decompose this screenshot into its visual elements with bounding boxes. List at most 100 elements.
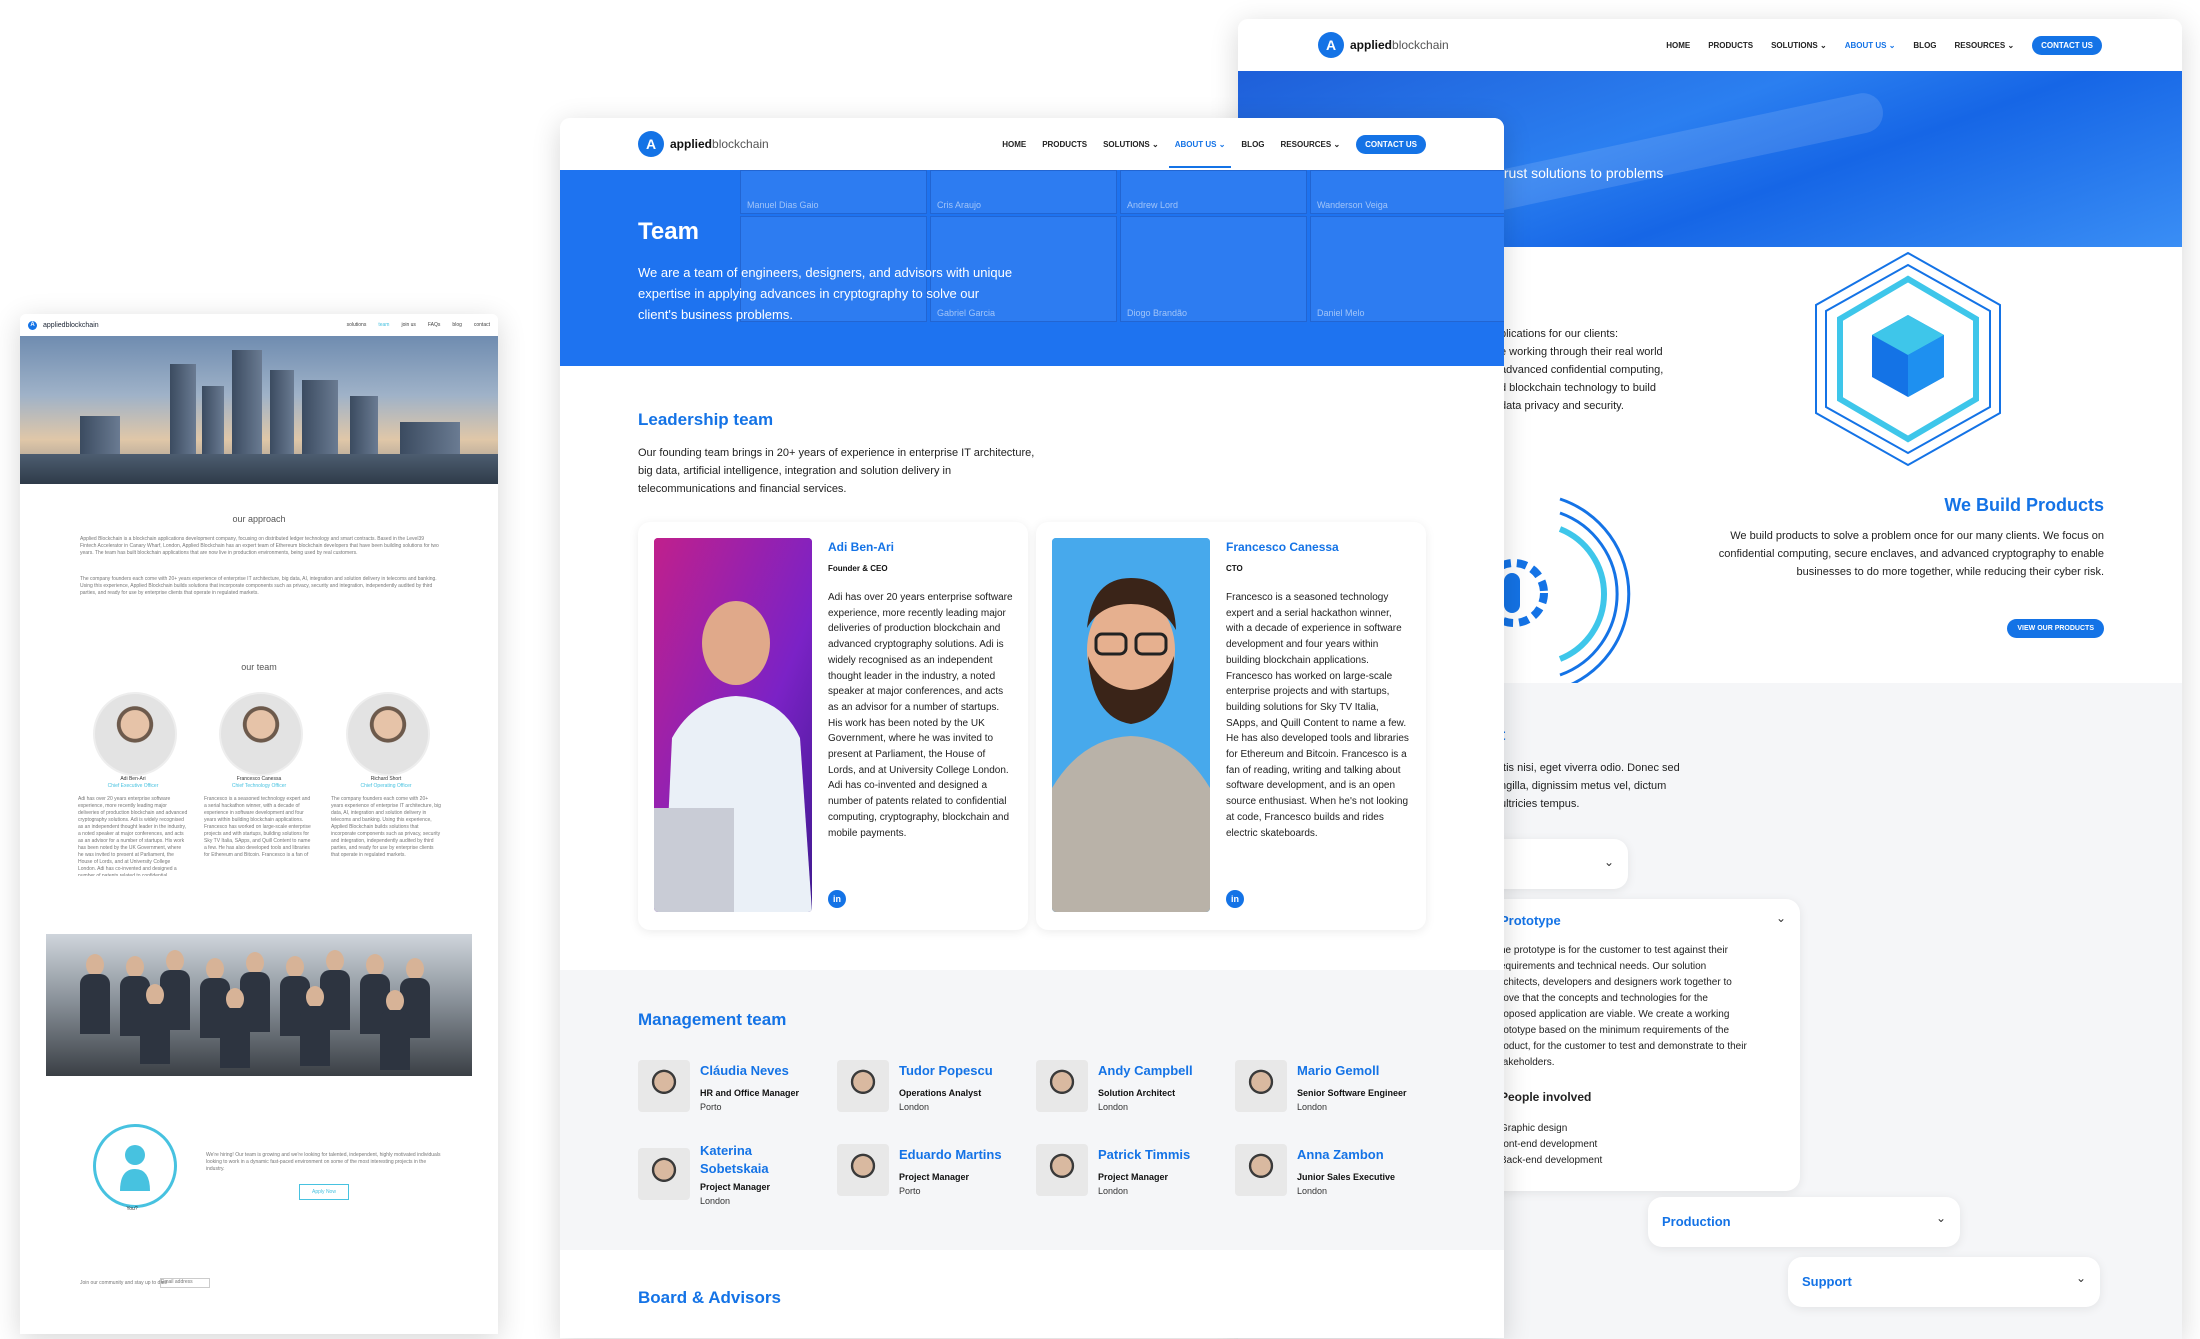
member-role: HR and Office Manager [700,1088,800,1098]
nav-blog[interactable]: BLOG [1241,140,1264,149]
approach-para-2: The company founders each come with 20+ … [80,576,437,596]
left-logo-text: appliedblockchain [43,321,99,329]
member-role: Project Manager [899,1172,970,1182]
leader-card: Adi Ben-Ari Founder & CEO Adi has over 2… [638,522,1028,930]
team-member: Tudor Popescu Operations Analyst London [837,1060,1037,1130]
team-member: Mario Gemoll Senior Software Engineer Lo… [1235,1060,1435,1130]
left-page-window: A appliedblockchain solutions team join … [20,314,498,1334]
left-nav-contact[interactable]: contact [474,322,490,328]
people-item: Back-end development [1500,1155,1603,1166]
video-tile: Cris Araujo [930,170,1117,214]
left-logo[interactable]: A appliedblockchain [28,320,99,330]
team-group-photo [46,934,472,1076]
right-logo[interactable]: A appliedblockchain [1318,32,1449,58]
chevron-down-icon: ⌄ [1151,139,1159,149]
left-nav-team[interactable]: team [378,322,389,328]
leadership-title: Leadership team [638,410,774,429]
nav-solutions-label: SOLUTIONS [1771,40,1818,50]
logo-icon: A [638,131,664,157]
nav-about[interactable]: ABOUT US ⌄ [1168,139,1232,168]
member-location: London [1098,1186,1129,1196]
nav-resources[interactable]: RESOURCES ⌄ [1281,140,1341,149]
contact-us-button[interactable]: CONTACT US [1356,134,1426,154]
team-member: Patrick Timmis Project Manager London [1036,1144,1236,1214]
left-nav-join[interactable]: join us [401,322,415,328]
nav-home[interactable]: HOME [1002,140,1026,149]
right-menu: HOME PRODUCTS SOLUTIONS ⌄ ABOUT US ⌄ BLO… [1666,35,2102,55]
nav-resources-label: RESOURCES [1280,139,1332,149]
member-bio: Francesco is a seasoned technology exper… [204,796,311,856]
member-location: London [700,1196,731,1206]
we-build-products-title: We Build Products [1944,495,2104,515]
nav-about[interactable]: ABOUT US ⌄ [1845,41,1896,50]
logo-icon: A [1318,32,1344,58]
people-item: ront-end development [1500,1139,1598,1150]
apply-now-button[interactable]: Apply Now [299,1184,349,1200]
you-avatar-icon [93,1124,177,1208]
linkedin-icon[interactable]: in [1226,890,1244,908]
video-tile: Andrew Lord [1120,170,1307,214]
logo-bold: applied [1350,38,1393,52]
front-logo[interactable]: A appliedblockchain [638,131,769,157]
avatar [837,1144,889,1196]
nav-resources[interactable]: RESOURCES ⌄ [1955,41,2015,50]
nav-products[interactable]: PRODUCTS [1042,140,1087,149]
avatar [638,1148,690,1200]
bullet-line: d blockchain technology to build [1500,382,1656,394]
city-skyline-image [20,336,498,484]
leader-bio: Francesco is a seasoned technology exper… [1226,592,1409,839]
prototype-line: rove that the concepts and technologies … [1500,993,1708,1004]
team-member: Katerina Sobetskaia Project Manager Lond… [638,1140,838,1220]
avatar [837,1060,889,1112]
left-nav-solutions[interactable]: solutions [347,322,367,328]
nav-solutions[interactable]: SOLUTIONS ⌄ [1103,140,1159,149]
people-involved-title: People involved [1500,1090,1592,1104]
accordion-support[interactable]: Support ⌄ [1788,1257,2100,1307]
nav-home[interactable]: HOME [1666,41,1690,50]
cube-hexagon-icon [1815,251,2001,467]
member-location: London [1098,1102,1129,1112]
nav-solutions[interactable]: SOLUTIONS ⌄ [1771,41,1827,50]
logo-bold: applied [670,137,713,151]
video-tile: Wanderson Veiga [1310,170,1504,214]
production-title: Production [1662,1214,1731,1229]
member-name: Francesco Canessa [236,776,282,782]
accordion-production[interactable]: Production ⌄ [1648,1197,1960,1247]
nav-about-label: ABOUT US [1174,139,1217,149]
member-name: Andy Campbell [1098,1063,1193,1078]
avatar [346,692,430,776]
member-bio: Adi has over 20 years enterprise softwar… [78,796,188,876]
logo-light: blockchain [1392,38,1449,52]
lorem-line: ttis nisi, eget viverra odio. Donec sed [1500,762,1680,774]
member-name: Cláudia Neves [700,1063,789,1078]
bullet-line: e working through their real world [1500,346,1663,358]
left-nav-faqs[interactable]: FAQs [428,322,441,328]
member-role: Project Manager [1098,1172,1169,1182]
we-build-products-text: We build products to solve a problem onc… [1718,530,2104,578]
member-role: Operations Analyst [899,1088,982,1098]
avatar [93,692,177,776]
tile-name: Manuel Dias Gaio [747,200,819,210]
member-name: Anna Zambon [1297,1147,1384,1162]
member-name: Richard Short [370,776,402,782]
contact-us-button[interactable]: CONTACT US [2032,35,2102,55]
member-name: Adi Ben-Ari [120,776,146,782]
member-name: Katerina Sobetskaia [700,1143,769,1176]
nav-products[interactable]: PRODUCTS [1708,41,1753,50]
view-our-products-button[interactable]: VIEW OUR PRODUCTS [2007,619,2104,638]
prototype-line: roduct, for the customer to test and dem… [1500,1041,1747,1052]
leader-role: Founder & CEO [828,564,888,573]
member-location: London [899,1102,930,1112]
linkedin-icon[interactable]: in [828,890,846,908]
tile-name: Diogo Brandão [1127,308,1188,318]
member-role: Chief Executive Officer [107,783,159,789]
footer-email-input[interactable]: Email address [160,1278,210,1288]
member-name: Mario Gemoll [1297,1063,1380,1078]
prototype-line: roposed application are viable. We creat… [1500,1009,1730,1020]
chevron-down-icon: ⌄ [1888,40,1896,50]
accordion-collapsed[interactable]: ⌄ [1488,839,1628,889]
left-nav-blog[interactable]: blog [452,322,461,328]
accordion-prototype[interactable]: Prototype ⌄ he prototype is for the cust… [1488,899,1800,1191]
chevron-down-icon: ⌄ [2075,1271,2086,1285]
nav-blog[interactable]: BLOG [1913,41,1936,50]
